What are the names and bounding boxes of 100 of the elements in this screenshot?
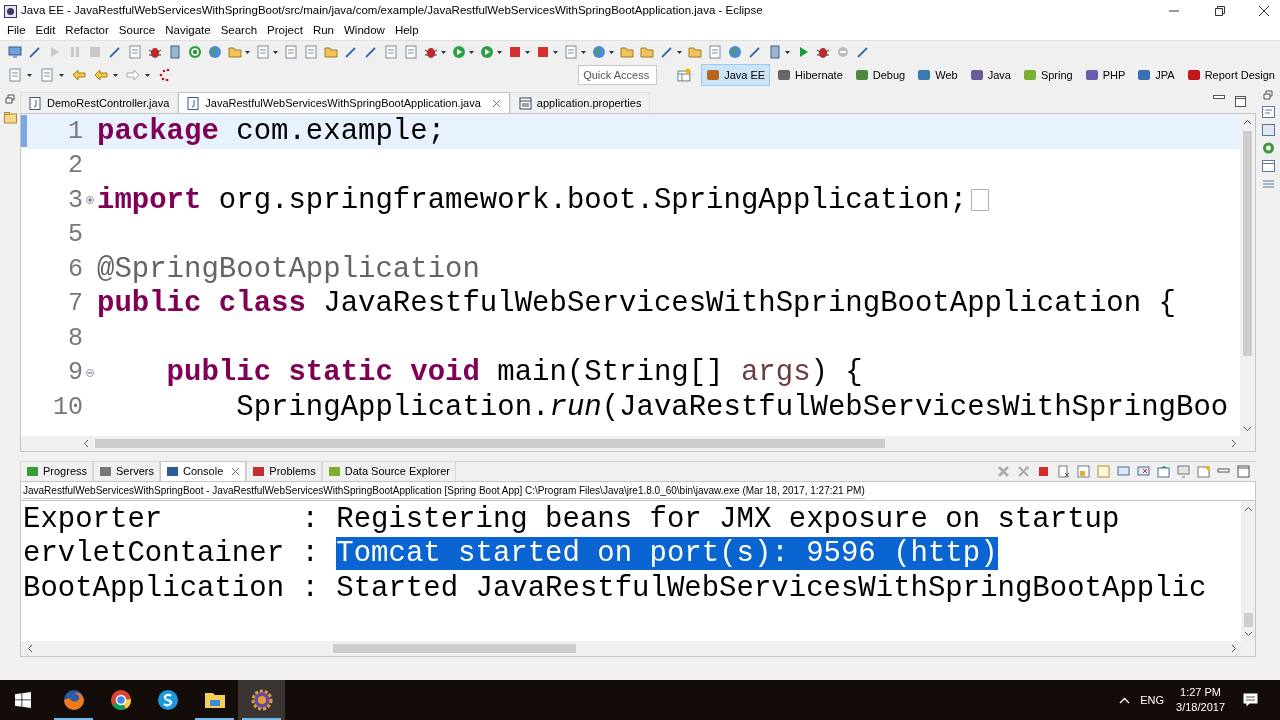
scroll-up-icon[interactable]	[1243, 506, 1253, 512]
power-icon[interactable]	[188, 44, 202, 59]
quick-access-field[interactable]: Quick Access	[578, 65, 658, 85]
scroll-up-icon[interactable]	[1243, 119, 1252, 125]
back-arrow-icon[interactable]	[94, 68, 108, 82]
perspective-button[interactable]: Web	[912, 64, 963, 86]
taskbar-app[interactable]	[238, 680, 285, 720]
folder-icon[interactable]	[688, 44, 702, 59]
clear-console-icon[interactable]	[1057, 464, 1070, 478]
terminate-icon[interactable]	[1037, 464, 1050, 478]
scroll-lock-icon[interactable]	[1077, 464, 1090, 478]
menu-item[interactable]: File	[2, 22, 31, 40]
perspective-button[interactable]: JPA	[1132, 64, 1180, 86]
folder-icon[interactable]	[640, 44, 654, 59]
menu-item[interactable]: Window	[339, 22, 390, 40]
editor-tab[interactable]: JavaRestfulWebServicesWithSpringBootApplication.java	[178, 92, 510, 113]
show-output-icon[interactable]	[1117, 464, 1130, 478]
horizontal-scrollbar[interactable]	[21, 641, 1255, 656]
scroll-down-icon[interactable]	[1243, 631, 1253, 637]
perspective-icon[interactable]	[854, 68, 869, 82]
pen-icon[interactable]	[748, 44, 762, 59]
menu-item[interactable]: Edit	[30, 22, 61, 40]
pen-icon[interactable]	[660, 44, 674, 59]
server-icon[interactable]	[168, 44, 182, 59]
globe-icon[interactable]	[728, 44, 742, 59]
notification-icon[interactable]	[1243, 692, 1258, 708]
folder-icon[interactable]	[620, 44, 634, 59]
menu-item[interactable]: Refactor	[60, 22, 114, 40]
folded-code-box[interactable]	[971, 189, 990, 212]
language-indicator[interactable]: ENG	[1140, 691, 1165, 709]
display-console-icon[interactable]	[1177, 464, 1190, 478]
view-tab[interactable]: Data Source Explorer	[321, 461, 456, 481]
dotted-arc-icon[interactable]	[158, 68, 172, 82]
stop-icon[interactable]	[508, 44, 522, 59]
code-editor[interactable]	[20, 113, 1256, 452]
perspective-icon[interactable]	[1022, 68, 1037, 82]
properties-file-icon[interactable]	[518, 96, 532, 110]
scroll-right-icon[interactable]	[1231, 439, 1237, 448]
open-console-icon[interactable]	[1157, 464, 1170, 478]
perspective-button[interactable]: Debug	[849, 64, 911, 86]
view-tab[interactable]: Progress	[20, 461, 94, 481]
menu-item[interactable]: Help	[389, 22, 424, 40]
scrollbar-thumb[interactable]	[95, 439, 885, 448]
java-file-icon[interactable]	[187, 96, 201, 110]
maximize-icon[interactable]	[1235, 96, 1246, 107]
vertical-scrollbar[interactable]	[1240, 114, 1255, 436]
view-icon[interactable]	[252, 465, 266, 478]
menu-item[interactable]: Source	[113, 22, 161, 40]
show-error-icon[interactable]	[1137, 464, 1150, 478]
view-icon[interactable]	[165, 465, 179, 478]
scroll-down-icon[interactable]	[1243, 426, 1252, 432]
perspective-icon[interactable]	[1137, 68, 1152, 82]
pen-icon[interactable]	[108, 44, 122, 59]
editor-tab[interactable]: application.properties	[509, 92, 651, 113]
menu-item[interactable]: Search	[215, 22, 263, 40]
start-icon[interactable]	[15, 692, 31, 708]
pen-icon[interactable]	[856, 44, 870, 59]
perspective-icon[interactable]	[706, 68, 721, 82]
scrollbar-thumb[interactable]	[333, 644, 576, 653]
pen-icon[interactable]	[28, 44, 42, 59]
menu-item[interactable]: Navigate	[160, 22, 216, 40]
perspective-button[interactable]: Java	[964, 64, 1016, 86]
view-tab[interactable]: Problems	[246, 461, 322, 481]
scroll-left-icon[interactable]	[27, 644, 33, 653]
chevron-up-icon[interactable]	[1119, 696, 1131, 704]
view-icon[interactable]	[26, 465, 39, 478]
perspective-icon[interactable]	[917, 68, 932, 82]
close-icon[interactable]	[1258, 5, 1270, 17]
perspective-button[interactable]: PHP	[1079, 64, 1131, 86]
java-file-icon[interactable]	[29, 96, 42, 110]
pen-icon[interactable]	[364, 44, 378, 59]
new-console-icon[interactable]	[1197, 464, 1210, 478]
target-icon[interactable]	[1261, 142, 1275, 154]
maximize-icon[interactable]	[1237, 464, 1250, 478]
pen-icon[interactable]	[344, 44, 358, 59]
scroll-left-icon[interactable]	[83, 439, 89, 448]
perspective-button[interactable]: Java EE	[701, 64, 771, 86]
scroll-right-icon[interactable]	[1231, 644, 1237, 653]
perspective-icon[interactable]	[777, 68, 792, 82]
horizontal-scrollbar[interactable]	[21, 436, 1255, 451]
console-output[interactable]: Exporter : Registering beans for JMX exposure on startup ervletContainer : Tomcat started on port(s): 9596 (http) BootApplication : Started JavaRestfulWebServicesWithSpringBootApplic	[20, 500, 1256, 657]
perspective-button[interactable]: Hibernate	[772, 64, 848, 86]
menu-item[interactable]: Project	[262, 22, 308, 40]
perspective-icon[interactable]	[1186, 68, 1201, 82]
scrollbar-thumb[interactable]	[1243, 613, 1253, 627]
forward-arrow-icon[interactable]	[126, 68, 140, 82]
list-icon[interactable]	[1261, 124, 1275, 136]
vertical-scrollbar[interactable]	[1241, 501, 1255, 641]
scrollbar-thumb[interactable]	[1243, 131, 1252, 356]
view-tab[interactable]: Servers	[93, 461, 160, 481]
folder-icon[interactable]	[324, 44, 338, 59]
perspective-icon[interactable]	[1084, 68, 1099, 82]
monitor-icon[interactable]	[8, 44, 22, 59]
perspective-button[interactable]: Report Design	[1181, 64, 1280, 86]
back-arrow-icon[interactable]	[72, 68, 86, 82]
clock[interactable]: 1:27 PM 3/18/2017	[1176, 685, 1225, 715]
editor-tab[interactable]: DemoRestController.java	[20, 92, 179, 113]
expand-fold-icon[interactable]	[86, 196, 94, 205]
menu-item[interactable]: Run	[307, 22, 339, 40]
globe-icon[interactable]	[208, 44, 222, 59]
